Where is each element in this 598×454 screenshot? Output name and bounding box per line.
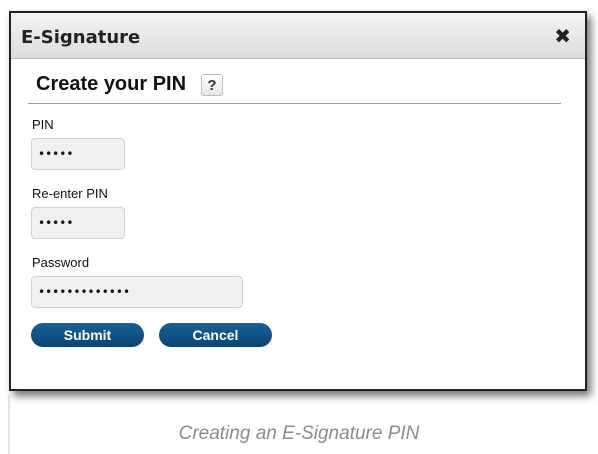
e-signature-dialog: E-Signature ✖ Create your PIN ? PIN Re-e… bbox=[9, 11, 587, 391]
help-icon[interactable]: ? bbox=[201, 74, 223, 96]
reenter-pin-field[interactable] bbox=[31, 207, 125, 239]
pin-label: PIN bbox=[32, 117, 54, 132]
submit-button[interactable]: Submit bbox=[31, 323, 144, 347]
pin-field[interactable] bbox=[31, 138, 125, 170]
figure-caption: Creating an E-Signature PIN bbox=[178, 423, 420, 444]
close-icon[interactable]: ✖ bbox=[554, 26, 571, 46]
dialog-title: E-Signature bbox=[21, 27, 141, 48]
cancel-button[interactable]: Cancel bbox=[159, 323, 272, 347]
dialog-titlebar: E-Signature ✖ bbox=[11, 13, 585, 59]
reenter-pin-label: Re-enter PIN bbox=[32, 186, 108, 201]
page-title: Create your PIN bbox=[36, 73, 187, 95]
password-field[interactable] bbox=[31, 276, 243, 308]
heading-row: Create your PIN ? bbox=[28, 73, 561, 104]
password-label: Password bbox=[32, 255, 90, 270]
